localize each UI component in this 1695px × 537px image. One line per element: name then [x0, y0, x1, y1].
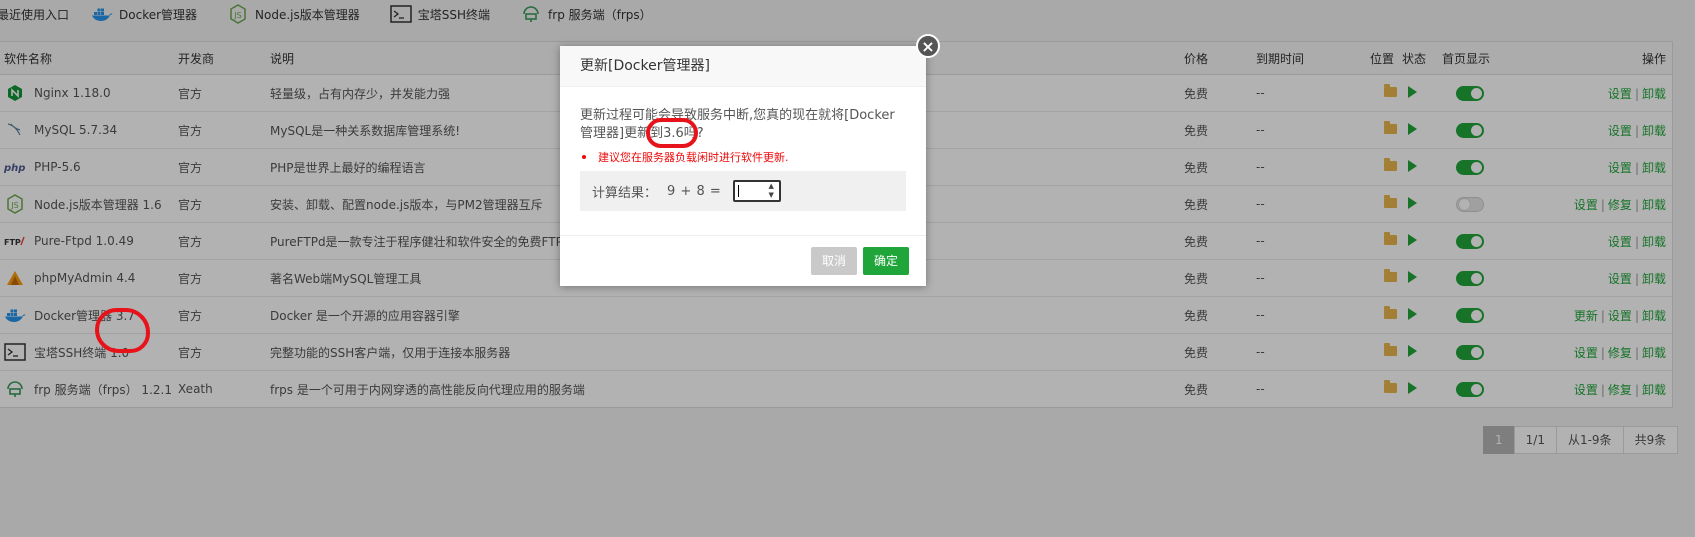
warning-line: 建议您在服务器负载闲时进行软件更新.: [580, 149, 906, 165]
dialog-footer: 取消 确定: [560, 235, 926, 286]
close-icon[interactable]: ×: [916, 34, 940, 58]
warning-text: 建议您在服务器负载闲时进行软件更新.: [598, 151, 789, 164]
dialog-title: 更新[Docker管理器]: [560, 46, 926, 87]
text-caret: [738, 185, 740, 197]
cancel-button[interactable]: 取消: [810, 247, 857, 275]
dialog-message: 更新过程可能会导致服务中断,您真的现在就将[Docker管理器]更新到3.6吗?: [580, 107, 906, 143]
captcha-row: 计算结果： 9 + 8 = ▲ ▼: [580, 171, 906, 211]
calc-expression: 9 + 8 =: [667, 183, 722, 199]
spinner-arrows-icon[interactable]: ▲ ▼: [765, 182, 777, 200]
annotation-circle-docker-version: [95, 308, 150, 353]
calc-result-input[interactable]: ▲ ▼: [733, 180, 782, 202]
confirm-button[interactable]: 确定: [862, 247, 909, 275]
calc-label: 计算结果：: [592, 185, 658, 201]
message-text: 更新过程可能会导致服务中断,您真的现在就将[Docker管理器]更新到: [580, 108, 895, 141]
bullet-icon: [582, 155, 586, 159]
annotation-circle-version: [646, 118, 698, 148]
update-dialog: 更新[Docker管理器] × 更新过程可能会导致服务中断,您真的现在就将[Do…: [560, 34, 940, 286]
